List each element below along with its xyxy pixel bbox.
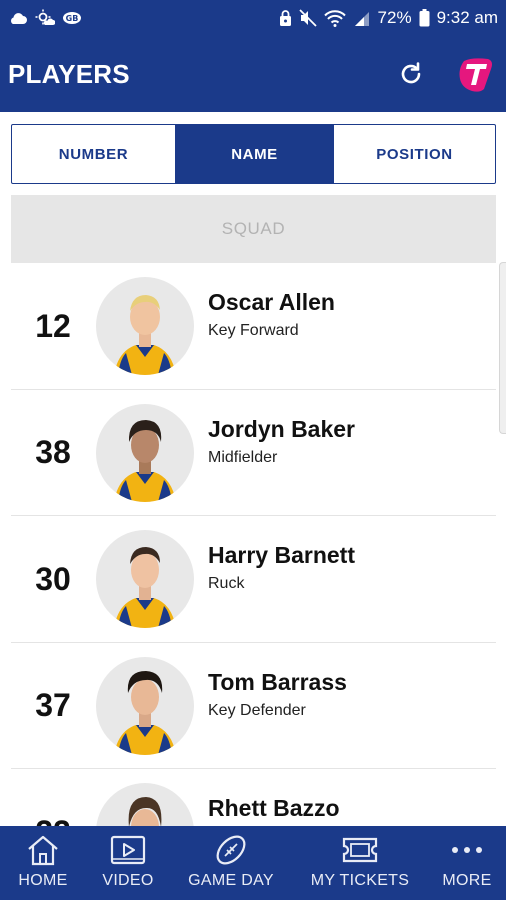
player-position: Key Defender [208, 701, 306, 719]
player-name: Tom Barrass [208, 668, 347, 695]
player-row[interactable]: 22 Rhett Bazzo [11, 769, 496, 826]
player-number: 38 [35, 434, 71, 470]
player-position: Midfielder [208, 448, 278, 466]
lock-icon [279, 8, 292, 28]
tab-position[interactable]: POSITION [333, 125, 495, 183]
scroll-indicator[interactable] [499, 262, 506, 434]
player-name: Jordyn Baker [208, 415, 356, 442]
header-actions [398, 55, 494, 93]
player-avatar [96, 403, 194, 502]
tab-name[interactable]: NAME [175, 125, 333, 183]
player-row[interactable]: 30 Harry Barnett Ruck [11, 516, 496, 643]
player-position: Ruck [208, 575, 245, 592]
nav-game-day[interactable]: GAME DAY [170, 826, 292, 900]
telstra-logo[interactable] [458, 55, 494, 93]
section-header: SQUAD [11, 195, 496, 263]
video-icon [110, 832, 146, 868]
refresh-icon [401, 62, 421, 84]
status-bar: GB 72% 9:32 am [0, 0, 506, 36]
nav-my-tickets-label: MY TICKETS [310, 872, 410, 889]
more-icon [449, 832, 485, 868]
mute-icon [298, 8, 317, 28]
svg-text:GB: GB [66, 14, 79, 23]
signal-icon [353, 8, 371, 28]
nav-my-tickets[interactable]: MY TICKETS [292, 826, 428, 900]
tab-number[interactable]: NUMBER [12, 125, 175, 183]
wifi-icon [323, 8, 346, 28]
football-icon [213, 832, 249, 868]
nav-video[interactable]: VIDEO [86, 826, 170, 900]
player-number: 12 [35, 307, 71, 344]
player-name: Oscar Allen [208, 289, 335, 315]
ticket-icon [341, 832, 379, 868]
telstra-logo-icon [459, 58, 492, 92]
status-left: GB [8, 8, 82, 28]
nav-more[interactable]: MORE [428, 826, 506, 900]
clock: 9:32 am [436, 8, 498, 27]
player-avatar [96, 277, 194, 375]
player-avatar [96, 656, 194, 755]
nav-home[interactable]: HOME [0, 826, 86, 900]
weather-sun-icon [35, 8, 55, 28]
cloud-icon [8, 8, 28, 28]
player-row[interactable]: 37 Tom Barrass Key Defender [11, 643, 496, 769]
player-name: Rhett Bazzo [208, 795, 340, 821]
player-list: 12 Oscar Allen Key Forward 38 Jordyn Bak… [11, 263, 496, 826]
home-icon [25, 832, 61, 868]
battery-icon [419, 8, 430, 28]
app-header: PLAYERS [0, 36, 506, 112]
player-name: Harry Barnett [208, 542, 355, 568]
nav-game-day-label: GAME DAY [188, 872, 274, 889]
player-row[interactable]: 38 Jordyn Baker Midfielder [11, 390, 496, 516]
player-number: 30 [35, 560, 71, 597]
page-title: PLAYERS [8, 58, 130, 89]
status-right: 72% 9:32 am [279, 8, 498, 28]
player-avatar [96, 783, 194, 826]
refresh-button[interactable] [398, 61, 424, 87]
player-number: 22 [11, 769, 95, 827]
sort-tabs: NUMBER NAME POSITION [11, 124, 496, 184]
gb-icon: GB [62, 8, 82, 28]
player-position: Key Forward [208, 322, 299, 339]
player-avatar [96, 530, 194, 628]
bottom-nav: HOME VIDEO GAME DAY MY TICKETS MORE [0, 826, 506, 900]
player-row[interactable]: 12 Oscar Allen Key Forward [11, 263, 496, 390]
nav-home-label: HOME [18, 872, 68, 889]
nav-video-label: VIDEO [102, 872, 154, 889]
nav-more-label: MORE [442, 872, 492, 889]
battery-percent: 72% [377, 8, 412, 27]
player-number: 37 [35, 687, 71, 723]
